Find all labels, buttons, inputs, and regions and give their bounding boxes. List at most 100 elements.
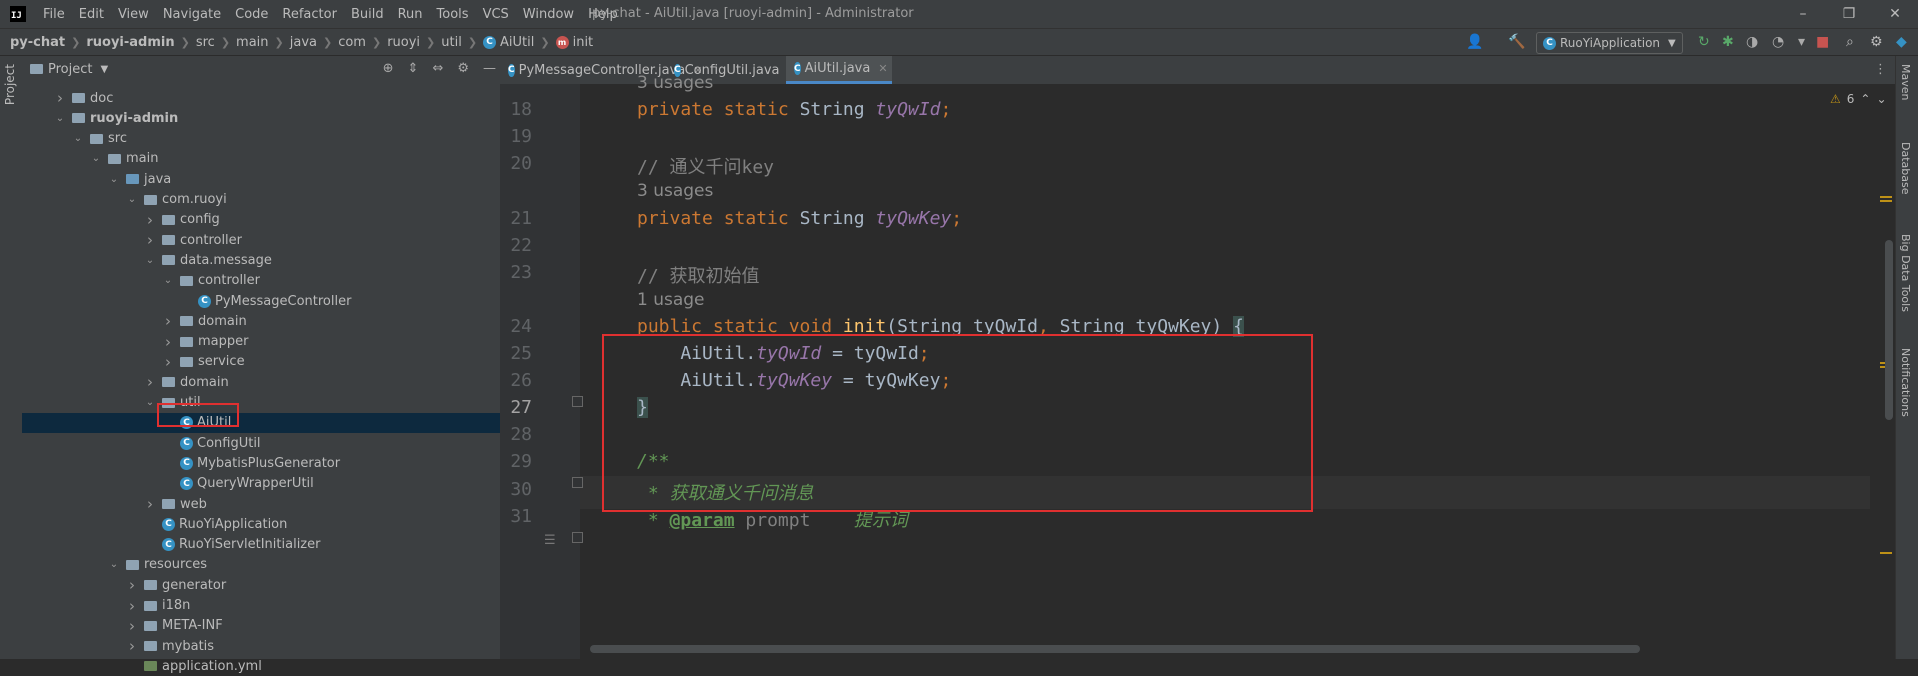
breadcrumb-com[interactable]: com	[338, 35, 366, 50]
chevron-right-icon[interactable]: ›	[144, 495, 156, 513]
tree-item[interactable]: › domain	[22, 311, 500, 331]
tree-item[interactable]: ⌄ controller	[22, 271, 500, 291]
project-panel-title[interactable]: Project	[48, 62, 92, 77]
breadcrumb-src[interactable]: src	[196, 35, 215, 50]
close-window-button[interactable]: ✕	[1872, 0, 1918, 28]
chevron-right-icon[interactable]: ›	[126, 597, 138, 615]
user-icon[interactable]: 👤	[1466, 34, 1483, 50]
stop-icon[interactable]: ■	[1816, 34, 1829, 50]
breadcrumb-util[interactable]: util	[441, 35, 462, 50]
chevron-down-icon[interactable]: ⌄	[108, 174, 120, 185]
breadcrumb-ruoyi[interactable]: ruoyi	[387, 35, 420, 50]
notifications-tool-button[interactable]: Notifications	[1899, 348, 1912, 417]
settings-icon[interactable]: ⚙	[1870, 34, 1883, 50]
tree-item[interactable]: ⌄ ruoyi-admin	[22, 108, 500, 128]
chevron-right-icon[interactable]: ›	[144, 373, 156, 391]
tree-item[interactable]: C QueryWrapperUtil	[22, 474, 500, 494]
tree-item[interactable]: C ConfigUtil	[22, 433, 500, 453]
close-tab-icon[interactable]: ✕	[878, 62, 887, 75]
menu-item-run[interactable]: Run	[391, 7, 430, 22]
tab-aiutil[interactable]: C AiUtil.java ✕	[786, 56, 892, 84]
chevron-right-icon[interactable]: ›	[126, 617, 138, 635]
chevron-right-icon[interactable]: ›	[162, 312, 174, 330]
menu-item-file[interactable]: File	[36, 7, 72, 22]
menu-item-code[interactable]: Code	[228, 7, 275, 22]
tree-item[interactable]: › i18n	[22, 596, 500, 616]
doc-render-icon[interactable]: ☰	[544, 533, 556, 548]
run-configuration-select[interactable]: C RuoYiApplication ▼	[1536, 32, 1683, 54]
tree-item[interactable]: ⌄ util	[22, 393, 500, 413]
tree-item[interactable]: › web	[22, 494, 500, 514]
tree-item[interactable]: › domain	[22, 372, 500, 392]
tree-item[interactable]: › service	[22, 352, 500, 372]
project-tool-button[interactable]: Project	[3, 64, 17, 105]
maven-tool-button[interactable]: Maven	[1899, 64, 1912, 100]
build-hammer-icon[interactable]: 🔨	[1508, 34, 1525, 50]
debug-icon[interactable]: ✱	[1722, 34, 1734, 50]
chevron-down-icon[interactable]: ⌄	[144, 255, 156, 266]
tree-item[interactable]: C RuoYiApplication	[22, 514, 500, 534]
tree-item[interactable]: C PyMessageController	[22, 291, 500, 311]
chevron-up-icon[interactable]: ⌃	[1860, 92, 1870, 106]
chevron-down-icon[interactable]: ▼	[100, 64, 108, 75]
error-stripe-mark[interactable]	[1880, 200, 1892, 202]
chevron-down-icon[interactable]: ⌄	[144, 397, 156, 408]
breadcrumb-main[interactable]: main	[236, 35, 268, 50]
tree-item[interactable]: › mybatis	[22, 636, 500, 656]
tree-item[interactable]: › config	[22, 210, 500, 230]
search-icon[interactable]: ⌕	[1846, 34, 1854, 50]
fold-marker-icon[interactable]	[572, 396, 583, 407]
tree-item[interactable]: C RuoYiServletInitializer	[22, 535, 500, 555]
fold-marker-icon[interactable]	[572, 477, 583, 488]
tree-item[interactable]: › controller	[22, 230, 500, 250]
chevron-down-icon[interactable]: ⌄	[54, 113, 66, 124]
expand-all-icon[interactable]: ⇕	[408, 61, 419, 76]
vertical-scrollbar[interactable]	[1885, 240, 1893, 420]
tree-item[interactable]: › mapper	[22, 332, 500, 352]
menu-item-tools[interactable]: Tools	[430, 7, 476, 22]
breadcrumb-java[interactable]: java	[290, 35, 317, 50]
chevron-down-icon[interactable]: ⌄	[90, 153, 102, 164]
inspection-widget[interactable]: ⚠ 6 ⌃ ⌄	[1830, 92, 1887, 106]
tree-item[interactable]: C AiUtil	[22, 412, 500, 433]
chevron-right-icon[interactable]: ›	[144, 231, 156, 249]
chevron-down-icon[interactable]: ⌄	[162, 275, 174, 286]
coverage-icon[interactable]: ◑	[1746, 34, 1758, 50]
tree-item[interactable]: ⌄ com.ruoyi	[22, 190, 500, 210]
tree-item[interactable]: ⌄ main	[22, 149, 500, 169]
chevron-right-icon[interactable]: ›	[162, 353, 174, 371]
big-data-tools-button[interactable]: Big Data Tools	[1899, 234, 1912, 312]
breadcrumb-project[interactable]: py-chat	[10, 35, 65, 50]
tree-item[interactable]: › META-INF	[22, 616, 500, 636]
minimize-button[interactable]: –	[1780, 0, 1826, 28]
code-editor[interactable]: 18 19 20 21 22 23 24 25 26 27 28 29 30 31 3 usages pri…	[500, 73, 1895, 659]
tree-item[interactable]: ⌄ src	[22, 129, 500, 149]
menu-item-view[interactable]: View	[111, 7, 156, 22]
more-run-icon[interactable]: ▾	[1798, 34, 1805, 50]
chevron-right-icon[interactable]: ›	[54, 89, 66, 107]
menu-item-build[interactable]: Build	[344, 7, 391, 22]
tree-item[interactable]: ⌄ resources	[22, 555, 500, 575]
plugin-icon[interactable]: ◆	[1896, 34, 1907, 50]
menu-item-window[interactable]: Window	[516, 7, 581, 22]
collapse-all-icon[interactable]: ⇔	[432, 61, 443, 76]
fold-marker-icon[interactable]	[572, 532, 583, 543]
rerun-icon[interactable]: ↻	[1698, 34, 1710, 50]
chevron-right-icon[interactable]: ›	[162, 333, 174, 351]
chevron-right-icon[interactable]: ›	[144, 211, 156, 229]
tree-item[interactable]: C MybatisPlusGenerator	[22, 453, 500, 473]
usage-hint[interactable]: 3 usages	[637, 181, 713, 201]
chevron-down-icon[interactable]: ⌄	[72, 133, 84, 144]
chevron-right-icon[interactable]: ›	[126, 576, 138, 594]
menu-item-refactor[interactable]: Refactor	[275, 7, 344, 22]
database-tool-button[interactable]: Database	[1899, 142, 1912, 195]
error-stripe-mark[interactable]	[1880, 552, 1892, 554]
usage-hint[interactable]: 3 usages	[637, 73, 713, 93]
tree-item[interactable]: › generator	[22, 575, 500, 595]
chevron-right-icon[interactable]: ›	[126, 637, 138, 655]
hide-icon[interactable]: —	[483, 61, 496, 76]
gear-icon[interactable]: ⚙	[457, 61, 469, 76]
horizontal-scrollbar[interactable]	[590, 645, 1640, 653]
menu-item-navigate[interactable]: Navigate	[156, 7, 228, 22]
tree-item[interactable]: › doc	[22, 88, 500, 108]
